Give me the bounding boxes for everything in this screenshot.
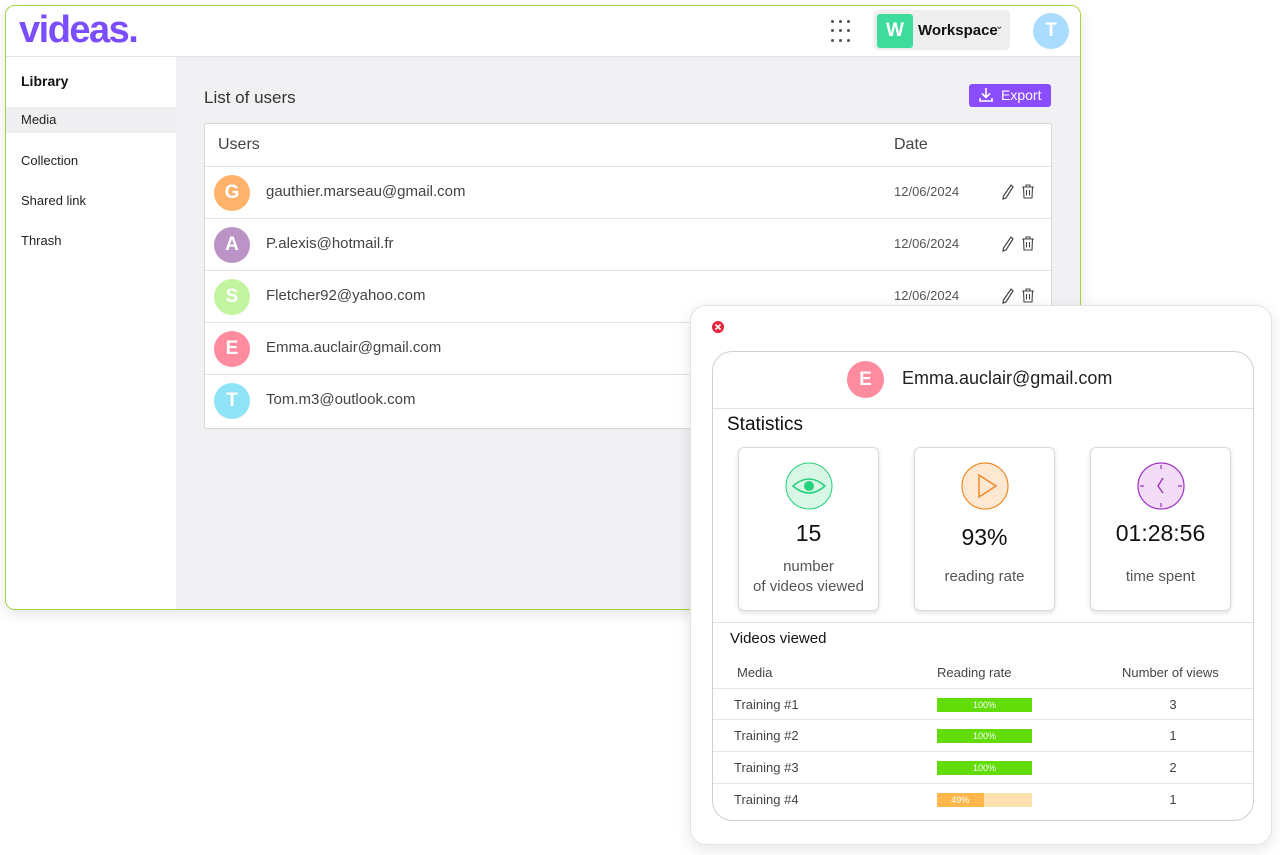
column-header-users[interactable]: Users: [218, 136, 260, 154]
statistics-title: Statistics: [727, 414, 804, 435]
videos-viewed-title: Videos viewed: [730, 630, 827, 647]
trash-icon[interactable]: [1021, 288, 1035, 303]
video-row[interactable]: Training #4 49% 1: [713, 783, 1253, 815]
video-name: Training #1: [734, 697, 799, 712]
progress-bar: 100%: [937, 761, 1032, 775]
statistics-panel: E Emma.auclair@gmail.com Statistics 15 n…: [690, 305, 1272, 845]
avatar: E: [847, 361, 884, 398]
sidebar-title: Library: [21, 73, 69, 89]
stat-card-videos-viewed: 15 number of videos viewed: [738, 447, 879, 611]
column-header-reading-rate: Reading rate: [937, 665, 1012, 680]
workspace-name: Workspace: [918, 22, 998, 39]
user-email: gauthier.marseau@gmail.com: [266, 183, 466, 200]
view-count: 1: [1169, 792, 1177, 807]
progress-bar: 100%: [937, 698, 1032, 712]
pencil-icon[interactable]: [1002, 184, 1014, 200]
download-icon: [979, 88, 993, 102]
pencil-icon[interactable]: [1002, 236, 1014, 252]
selected-user-header: E Emma.auclair@gmail.com: [713, 352, 1253, 409]
play-icon: [961, 462, 1009, 510]
pencil-icon[interactable]: [1002, 288, 1014, 304]
clock-icon: [1137, 462, 1185, 510]
video-name: Training #3: [734, 760, 799, 775]
progress-bar: 100%: [937, 729, 1032, 743]
trash-icon[interactable]: [1021, 184, 1035, 199]
stat-label: number: [783, 558, 834, 575]
user-email: Tom.m3@outlook.com: [266, 391, 416, 408]
page-title: List of users: [204, 88, 296, 107]
workspace-selector[interactable]: W Workspace ⌄: [874, 10, 1010, 50]
avatar: T: [214, 383, 250, 419]
top-bar: videas. W Workspace ⌄ T: [6, 6, 1080, 57]
progress-bar: 49%: [937, 793, 1032, 807]
video-name: Training #2: [734, 728, 799, 743]
view-count: 1: [1169, 728, 1177, 743]
sidebar-item-shared-link[interactable]: Shared link: [6, 188, 176, 214]
avatar: E: [214, 331, 250, 367]
user-date: 12/06/2024: [894, 184, 960, 199]
table-row[interactable]: G gauthier.marseau@gmail.com 12/06/2024: [205, 166, 1051, 219]
avatar: A: [214, 227, 250, 263]
selected-user-email: Emma.auclair@gmail.com: [902, 368, 1113, 388]
trash-icon[interactable]: [1021, 236, 1035, 251]
stat-value: 15: [795, 520, 822, 546]
column-header-date[interactable]: Date: [894, 136, 928, 154]
stat-value: 01:28:56: [1115, 520, 1206, 546]
export-button[interactable]: Export: [969, 84, 1051, 107]
user-email: P.alexis@hotmail.fr: [266, 235, 394, 252]
view-count: 2: [1169, 760, 1177, 775]
sidebar: Library Media Collection Shared link Thr…: [6, 57, 176, 609]
column-header-media: Media: [737, 665, 773, 680]
stat-card-time-spent: 01:28:56 time spent: [1090, 447, 1231, 611]
export-label: Export: [1001, 87, 1042, 103]
user-avatar[interactable]: T: [1033, 13, 1069, 49]
video-row[interactable]: Training #3 100% 2: [713, 751, 1253, 783]
stat-value: 93%: [961, 524, 1008, 550]
stat-label: reading rate: [944, 568, 1025, 585]
video-name: Training #4: [734, 792, 799, 807]
workspace-badge: W: [877, 14, 913, 48]
sidebar-item-thrash[interactable]: Thrash: [6, 228, 176, 254]
divider: [713, 622, 1253, 623]
avatar: S: [214, 279, 250, 315]
progress-label: 100%: [972, 700, 997, 710]
chevron-down-icon: ⌄: [995, 21, 1004, 32]
user-date: 12/06/2024: [894, 236, 960, 251]
user-email: Emma.auclair@gmail.com: [266, 339, 442, 356]
stat-label: time spent: [1125, 568, 1196, 585]
view-count: 3: [1169, 697, 1177, 712]
close-icon[interactable]: [711, 320, 725, 334]
progress-label: 49%: [951, 795, 970, 805]
table-row[interactable]: A P.alexis@hotmail.fr 12/06/2024: [205, 218, 1051, 271]
progress-label: 100%: [972, 763, 997, 773]
avatar: G: [214, 175, 250, 211]
sidebar-item-collection[interactable]: Collection: [6, 148, 176, 174]
user-date: 12/06/2024: [894, 288, 960, 303]
eye-icon: [785, 462, 833, 510]
user-stats-card: E Emma.auclair@gmail.com Statistics 15 n…: [712, 351, 1254, 821]
user-email: Fletcher92@yahoo.com: [266, 287, 426, 304]
apps-grid-icon[interactable]: [831, 20, 855, 44]
stat-label: of videos viewed: [753, 578, 864, 595]
sidebar-item-media[interactable]: Media: [6, 107, 176, 133]
logo[interactable]: videas.: [19, 9, 139, 52]
column-header-views: Number of views: [1122, 665, 1219, 680]
video-row[interactable]: Training #1 100% 3: [713, 688, 1253, 720]
video-row[interactable]: Training #2 100% 1: [713, 719, 1253, 751]
progress-label: 100%: [972, 731, 997, 741]
stat-card-reading-rate: 93% reading rate: [914, 447, 1055, 611]
